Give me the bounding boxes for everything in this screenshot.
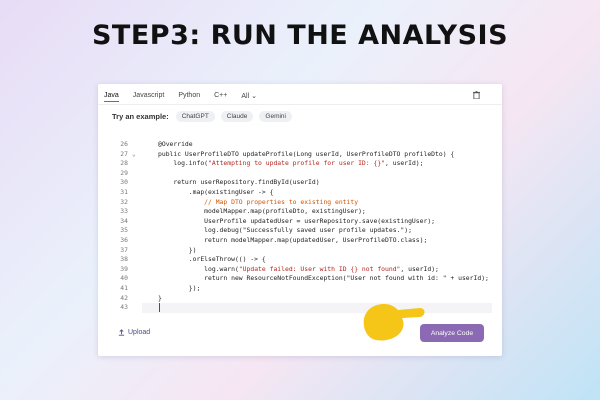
code-line: 37 }) [112, 246, 492, 256]
code-text: .orElseThrow(() -> { [158, 255, 266, 264]
code-text: return new ResourceNotFoundException("Us… [158, 274, 489, 283]
code-text: log.warn("Update failed: User with ID {}… [158, 265, 439, 275]
line-number: 26 [120, 140, 128, 148]
string-literal: "Attempting to update profile for user I… [208, 159, 386, 168]
language-tabs: Java Javascript Python C++ All ⌄ [104, 90, 257, 102]
code-line: 28 log.info("Attempting to update profil… [112, 159, 492, 169]
code-line: 43 [112, 303, 492, 313]
code-line: 30 return userRepository.findById(userId… [112, 178, 492, 188]
line-number: 43 [120, 303, 128, 312]
example-chip-claude[interactable]: Claude [220, 110, 254, 122]
line-number: 37 [120, 245, 128, 254]
upload-icon [118, 329, 125, 336]
tab-javascript[interactable]: Javascript [133, 90, 165, 102]
code-segment: , userId); [400, 264, 439, 273]
code-text: .map(existingUser -> { [158, 188, 274, 196]
code-text: // Map DTO properties to existing entity [158, 198, 358, 208]
line-number: 30 [120, 178, 128, 187]
code-line: 32 // Map DTO properties to existing ent… [112, 198, 492, 208]
tab-all[interactable]: All ⌄ [241, 90, 257, 102]
example-row: Try an example: ChatGPT Claude Gemini [98, 105, 502, 127]
code-comment: // Map DTO properties to existing entity [204, 197, 359, 206]
line-number: 35 [120, 226, 128, 235]
code-line: 29 [112, 169, 492, 179]
line-number: 27 [120, 149, 128, 158]
string-literal: "Update failed: User with ID {} not foun… [238, 264, 401, 273]
code-line: 41 }); [112, 284, 492, 294]
example-chip-gemini[interactable]: Gemini [259, 110, 292, 122]
code-line: 36 return modelMapper.map(updatedUser, U… [112, 236, 492, 246]
code-line: 38 .orElseThrow(() -> { [112, 255, 492, 265]
code-analyzer-panel: Java Javascript Python C++ All ⌄ Try an exam… [98, 84, 502, 356]
line-number: 34 [120, 216, 128, 225]
trash-icon[interactable] [473, 91, 480, 99]
tab-c[interactable]: C++ [214, 90, 227, 102]
code-text: public UserProfileDTO updateProfile(Long… [158, 149, 455, 158]
code-line: 26 @Override [112, 140, 492, 150]
tab-python[interactable]: Python [178, 90, 200, 102]
code-line: 42} [112, 294, 492, 304]
code-text: return modelMapper.map(updatedUser, User… [158, 236, 428, 244]
line-number: 39 [120, 264, 128, 273]
fold-chevron-icon[interactable]: ⌄ [132, 150, 136, 160]
line-number: 31 [120, 188, 128, 196]
code-editor[interactable]: 26 @Override 27 ⌄ public UserProfileDTO upda… [112, 140, 492, 322]
tab-java[interactable]: Java [104, 90, 119, 102]
code-text: UserProfile updatedUser = userRepository… [158, 216, 436, 225]
line-number: 42 [120, 293, 128, 302]
code-line: 33 modelMapper.map(profileDto, existingU… [112, 207, 492, 217]
code-text: modelMapper.map(profileDto, existingUser… [158, 207, 366, 216]
line-number: 29 [120, 168, 128, 177]
code-segment: log.info( [158, 159, 209, 168]
code-text: }); [158, 284, 201, 292]
code-segment: , userId); [385, 159, 424, 168]
code-text: log.debug("Successfully saved user profi… [158, 226, 412, 235]
example-label: Try an example: [112, 111, 169, 121]
upload-label: Upload [128, 329, 151, 336]
example-chip-chatgpt[interactable]: ChatGPT [175, 110, 215, 122]
upload-button[interactable]: Upload [118, 329, 150, 336]
code-segment: log.warn( [158, 264, 239, 273]
code-line: 40 return new ResourceNotFoundException(… [112, 274, 492, 284]
code-text: return userRepository.findById(userId) [158, 178, 320, 187]
code-line: 34 UserProfile updatedUser = userReposit… [112, 217, 492, 227]
line-number: 28 [120, 159, 128, 168]
code-line: 39 log.warn("Update failed: User with ID… [112, 265, 492, 275]
line-number: 40 [120, 274, 128, 283]
code-line: 35 log.debug("Successfully saved user pr… [112, 226, 492, 236]
line-number: 36 [120, 236, 128, 244]
line-number: 41 [120, 284, 128, 292]
code-line: 27 ⌄ public UserProfileDTO updateProfile(L… [112, 150, 492, 160]
line-number: 33 [120, 207, 128, 216]
code-text: } [158, 293, 162, 302]
line-number: 32 [120, 197, 128, 206]
code-line: 31 .map(existingUser -> { [112, 188, 492, 198]
code-text: log.info("Attempting to update profile f… [158, 159, 424, 169]
page-headline: STEP3: RUN THE ANALYSIS [91, 20, 509, 51]
line-number: 38 [120, 255, 128, 264]
code-text: @Override [158, 140, 193, 148]
pointing-hand-icon [363, 304, 425, 341]
code-text: }) [158, 245, 197, 254]
